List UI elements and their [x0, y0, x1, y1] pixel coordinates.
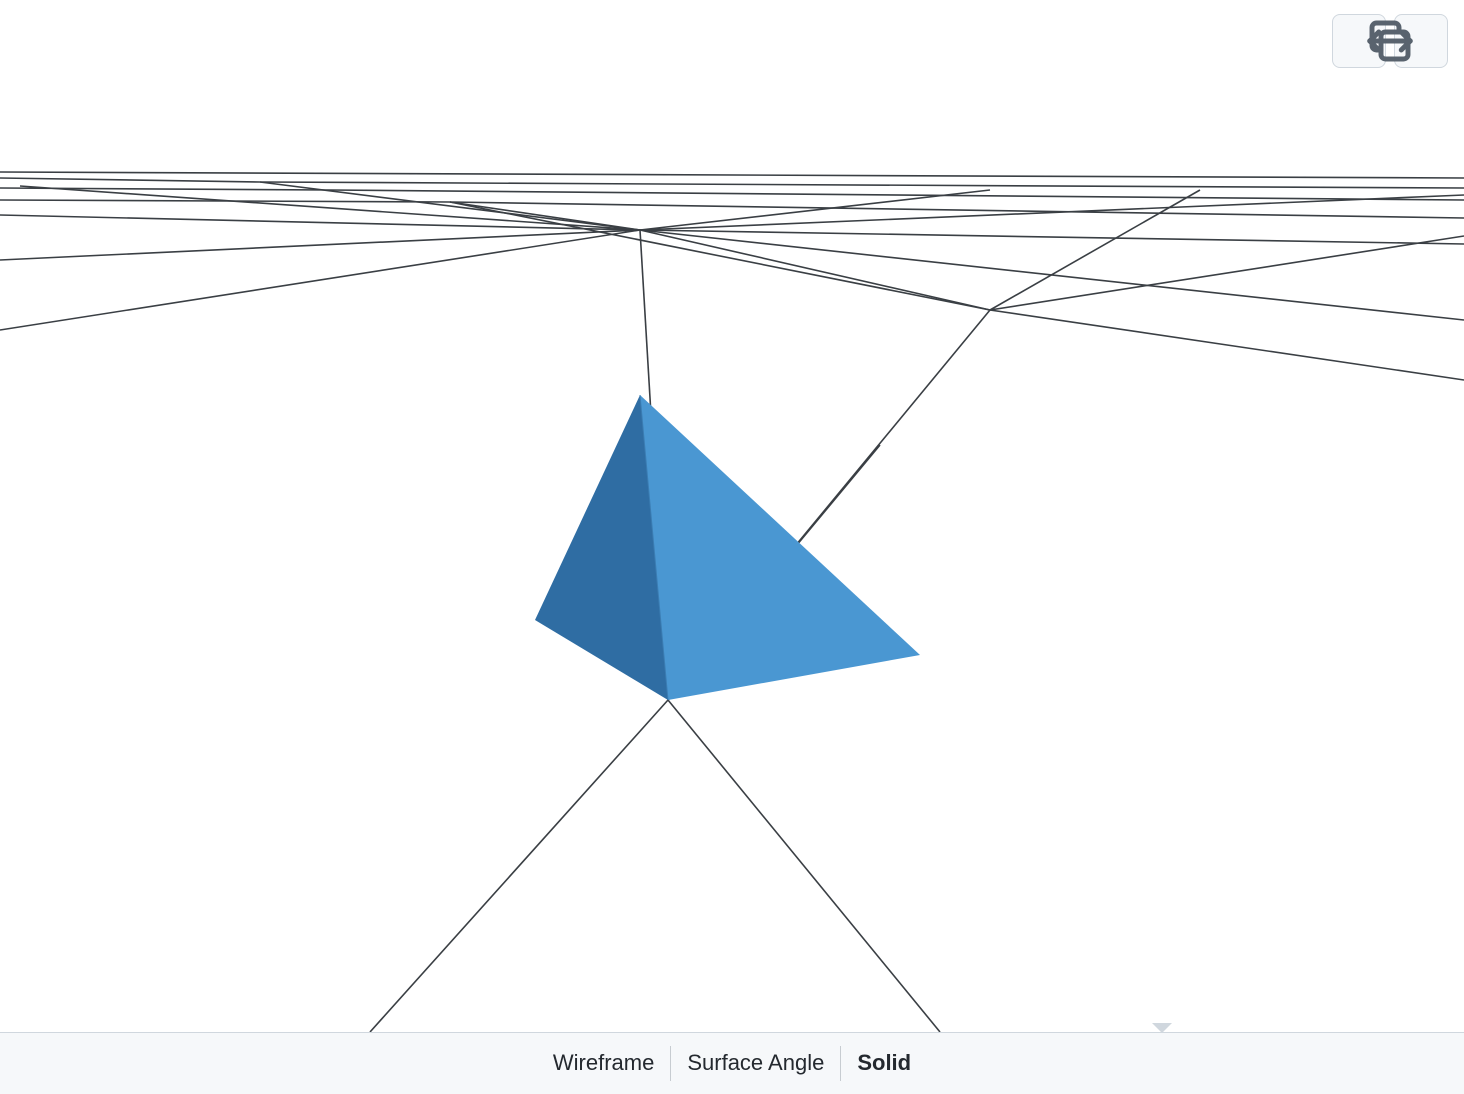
viewport-toolbar: [1332, 14, 1448, 68]
mode-surface-angle[interactable]: Surface Angle: [671, 1046, 841, 1080]
copy-button[interactable]: [1394, 14, 1448, 68]
mode-wireframe[interactable]: Wireframe: [537, 1046, 671, 1080]
render-mode-group: Wireframe Surface Angle Solid: [537, 1046, 927, 1080]
tetrahedron-mesh: [535, 395, 920, 700]
mode-solid[interactable]: Solid: [841, 1046, 927, 1080]
scene-render: [0, 0, 1464, 1032]
footer-caret-icon: [1152, 1023, 1172, 1033]
3d-viewport[interactable]: [0, 0, 1464, 1032]
render-mode-footer: Wireframe Surface Angle Solid: [0, 1032, 1464, 1094]
copy-icon: [1332, 14, 1448, 68]
